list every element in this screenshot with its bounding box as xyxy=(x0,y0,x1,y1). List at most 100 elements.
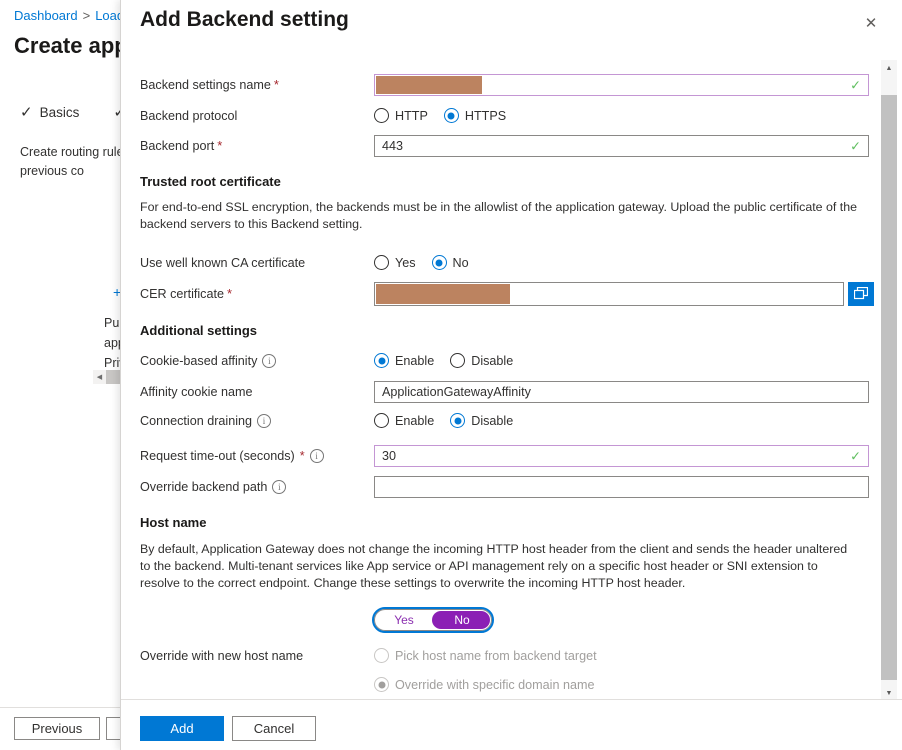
breadcrumb-item-dashboard[interactable]: Dashboard xyxy=(14,8,78,23)
blade-title: Add Backend setting xyxy=(140,8,349,31)
row-connection-draining: Connection draining i Enable Disable xyxy=(140,408,881,433)
row-cer-certificate: CER certificate xyxy=(140,281,881,306)
label-override-with-new-host-name: Override with new host name xyxy=(140,648,304,663)
radio-cookie-affinity-disable[interactable]: Disable xyxy=(450,353,513,368)
radio-backend-protocol-https[interactable]: HTTPS xyxy=(443,108,506,123)
wizard-tabs: ✓ Basics ✓ xyxy=(20,105,133,120)
check-icon: ✓ xyxy=(20,104,33,121)
radio-mark-icon xyxy=(431,255,447,270)
redaction-block xyxy=(376,75,482,94)
toggle-option-yes[interactable]: Yes xyxy=(375,610,433,630)
radio-mark-icon xyxy=(374,353,389,368)
toggle-option-no[interactable]: No xyxy=(433,610,491,630)
chevron-up-icon[interactable]: ▲ xyxy=(881,60,897,76)
field-override-with-specific-domain-name: Override with specific domain name xyxy=(374,677,881,692)
blade-footer: Add Cancel xyxy=(121,699,902,750)
required-star: * xyxy=(299,448,305,463)
row-backend-protocol: Backend protocol HTTP HTTPS xyxy=(140,103,881,128)
affinity-cookie-name-input[interactable] xyxy=(374,380,869,403)
backend-port-wrap: ✓ xyxy=(374,134,869,157)
add-backend-setting-blade: Add Backend setting ✕ Backend settings n… xyxy=(120,0,902,750)
radio-label: Yes xyxy=(395,255,416,270)
radio-group-connection-draining: Enable Disable xyxy=(374,413,513,428)
radio-connection-draining-enable[interactable]: Enable xyxy=(374,413,434,428)
row-backend-settings-name: Backend settings name ✓ xyxy=(140,72,881,97)
heading-host-name: Host name xyxy=(140,515,207,530)
field-affinity-cookie-name xyxy=(374,380,881,403)
field-use-well-known-ca: Yes No xyxy=(374,255,881,270)
field-backend-port: ✓ xyxy=(374,134,881,157)
radio-use-well-known-ca-no[interactable]: No xyxy=(431,255,469,270)
host-name-override-toggle[interactable]: Yes No xyxy=(372,606,494,633)
field-request-timeout: ✓ xyxy=(374,444,881,467)
info-icon[interactable]: i xyxy=(257,413,272,428)
radio-group-cookie-based-affinity: Enable Disable xyxy=(374,353,513,368)
radio-mark-icon xyxy=(443,108,459,123)
footer-divider xyxy=(0,707,120,708)
label-cookie-based-affinity: Cookie-based affinity i xyxy=(140,353,374,368)
radio-label: Enable xyxy=(395,413,435,428)
heading-additional-settings: Additional settings xyxy=(140,323,257,338)
label-override-backend-path: Override backend path i xyxy=(140,479,374,494)
radio-label: Override with specific domain name xyxy=(395,677,595,692)
field-host-name-override-toggle: Yes No xyxy=(372,606,881,633)
folder-browse-icon[interactable] xyxy=(848,281,874,306)
row-request-timeout: Request time-out (seconds) * i ✓ xyxy=(140,443,881,468)
paragraph-trusted-root-certificate: For end-to-end SSL encryption, the backe… xyxy=(140,200,858,231)
label-affinity-cookie-name: Affinity cookie name xyxy=(140,384,253,399)
field-cer-certificate xyxy=(374,281,881,306)
radio-backend-protocol-http[interactable]: HTTP xyxy=(374,108,428,123)
radio-cookie-affinity-enable[interactable]: Enable xyxy=(374,353,434,368)
row-affinity-cookie-name: Affinity cookie name xyxy=(140,379,881,404)
backend-port-input[interactable] xyxy=(374,134,869,157)
row-override-with-new-host-name: Override with new host name Pick host na… xyxy=(140,643,881,668)
radio-use-well-known-ca-yes[interactable]: Yes xyxy=(374,255,416,270)
radio-group-backend-protocol: HTTP HTTPS xyxy=(374,108,506,123)
blade-scrollbar[interactable]: ▲ ▼ xyxy=(881,60,897,701)
paragraph-host-name: By default, Application Gateway does not… xyxy=(140,542,848,590)
row-backend-port: Backend port ✓ xyxy=(140,133,881,158)
request-timeout-input[interactable] xyxy=(374,444,869,467)
label-cer-certificate: CER certificate xyxy=(140,286,374,301)
field-backend-settings-name: ✓ xyxy=(374,73,881,96)
radio-mark-icon xyxy=(374,677,389,692)
label-backend-protocol: Backend protocol xyxy=(140,108,238,123)
radio-mark-icon xyxy=(450,413,466,428)
row-override-with-specific-domain-name: Override with specific domain name xyxy=(140,672,881,697)
heading-trusted-root-certificate: Trusted root certificate xyxy=(140,174,281,189)
field-connection-draining: Enable Disable xyxy=(374,413,881,428)
chevron-left-icon[interactable]: ◀ xyxy=(93,373,106,381)
override-backend-path-input[interactable] xyxy=(374,475,869,498)
close-icon[interactable]: ✕ xyxy=(856,8,886,38)
cancel-button[interactable]: Cancel xyxy=(232,716,316,741)
radio-label: No xyxy=(452,255,469,270)
breadcrumb-separator: > xyxy=(82,8,91,23)
label-text: Connection draining xyxy=(140,413,253,428)
wizard-tab-basics[interactable]: ✓ Basics xyxy=(20,105,79,120)
label-text: Request time-out (seconds) xyxy=(140,448,295,463)
field-cookie-based-affinity: Enable Disable xyxy=(374,353,881,368)
cer-certificate-wrap xyxy=(374,281,844,306)
radio-label: Pick host name from backend target xyxy=(395,648,597,663)
add-button[interactable]: Add xyxy=(140,716,224,741)
label-backend-settings-name: Backend settings name xyxy=(140,77,374,92)
previous-button[interactable]: Previous xyxy=(14,717,100,740)
row-host-name-override-toggle: Yes No xyxy=(140,606,881,633)
info-icon[interactable]: i xyxy=(272,479,287,494)
radio-mark-icon xyxy=(374,648,389,663)
info-icon[interactable]: i xyxy=(262,353,277,368)
radio-override-with-specific-domain-name: Override with specific domain name xyxy=(374,677,594,692)
radio-label: Disable xyxy=(471,413,514,428)
radio-mark-icon xyxy=(374,255,389,270)
backend-settings-name-wrap: ✓ xyxy=(374,73,869,96)
label-use-well-known-ca: Use well known CA certificate xyxy=(140,255,306,270)
scrollbar-thumb[interactable] xyxy=(881,95,897,680)
row-use-well-known-ca: Use well known CA certificate Yes No xyxy=(140,250,881,275)
radio-mark-icon xyxy=(374,108,389,123)
wizard-tab-label: Basics xyxy=(39,105,80,120)
info-icon[interactable]: i xyxy=(309,448,324,463)
blade-scroll-region: Backend settings name ✓ Backend protocol xyxy=(121,60,881,700)
page-title: Create app xyxy=(14,33,128,58)
radio-mark-icon xyxy=(374,413,389,428)
radio-connection-draining-disable[interactable]: Disable xyxy=(450,413,513,428)
